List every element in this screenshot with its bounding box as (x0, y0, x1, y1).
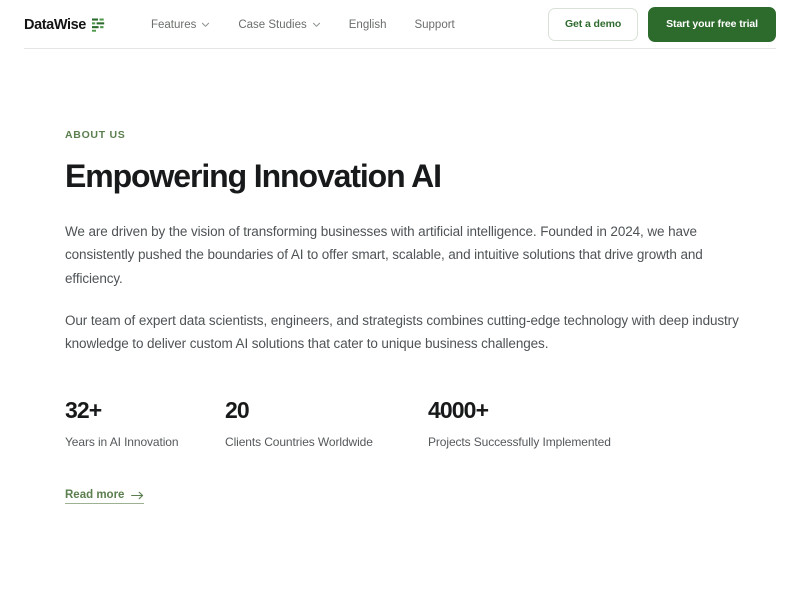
stat-item: 20 Clients Countries Worldwide (225, 397, 428, 450)
nav-item-label: Case Studies (238, 18, 307, 31)
main-content: ABOUT US Empowering Innovation AI We are… (0, 49, 800, 505)
stat-label: Clients Countries Worldwide (225, 435, 373, 450)
read-more-label: Read more (65, 489, 125, 502)
header-actions: Get a demo Start your free trial (547, 7, 776, 42)
nav-item-features[interactable]: Features (151, 19, 210, 31)
stat-label: Years in AI Innovation (65, 435, 179, 450)
about-paragraph-2: Our team of expert data scientists, engi… (65, 312, 739, 352)
stat-value: 4000+ (428, 397, 489, 424)
stat-item: 4000+ Projects Successfully Implemented (428, 397, 611, 450)
chevron-down-icon (312, 20, 321, 29)
page-title: Empowering Innovation AI (65, 158, 442, 194)
primary-nav: Features Case Studies English Support (151, 19, 455, 31)
bar-chart-mark-icon (91, 18, 107, 32)
arrow-right-icon (131, 491, 144, 500)
stats-row: 32+ Years in AI Innovation 20 Clients Co… (65, 397, 755, 450)
nav-item-support[interactable]: Support (414, 19, 454, 31)
stat-value: 32+ (65, 397, 102, 424)
nav-item-label: Features (150, 18, 197, 31)
logo-wordmark: DataWise (24, 16, 86, 33)
stat-item: 32+ Years in AI Innovation (65, 397, 225, 450)
site-header: DataWise Features Case Studies English S… (0, 0, 800, 49)
nav-item-label: Support (414, 18, 455, 31)
header-divider (24, 48, 776, 49)
get-a-demo-button[interactable]: Get a demo (547, 8, 639, 41)
about-paragraph-1: We are driven by the vision of transform… (65, 224, 703, 286)
read-more-link[interactable]: Read more (65, 489, 145, 505)
section-eyebrow: ABOUT US (65, 129, 126, 141)
start-free-trial-button[interactable]: Start your free trial (648, 7, 776, 42)
logo[interactable]: DataWise (24, 17, 107, 33)
chevron-down-icon (201, 20, 210, 29)
nav-item-english[interactable]: English (349, 19, 387, 31)
stat-label: Projects Successfully Implemented (428, 435, 611, 450)
about-section: ABOUT US Empowering Innovation AI We are… (65, 49, 755, 505)
nav-item-case-studies[interactable]: Case Studies (238, 19, 320, 31)
stat-value: 20 (225, 397, 250, 424)
nav-item-label: English (348, 18, 387, 31)
